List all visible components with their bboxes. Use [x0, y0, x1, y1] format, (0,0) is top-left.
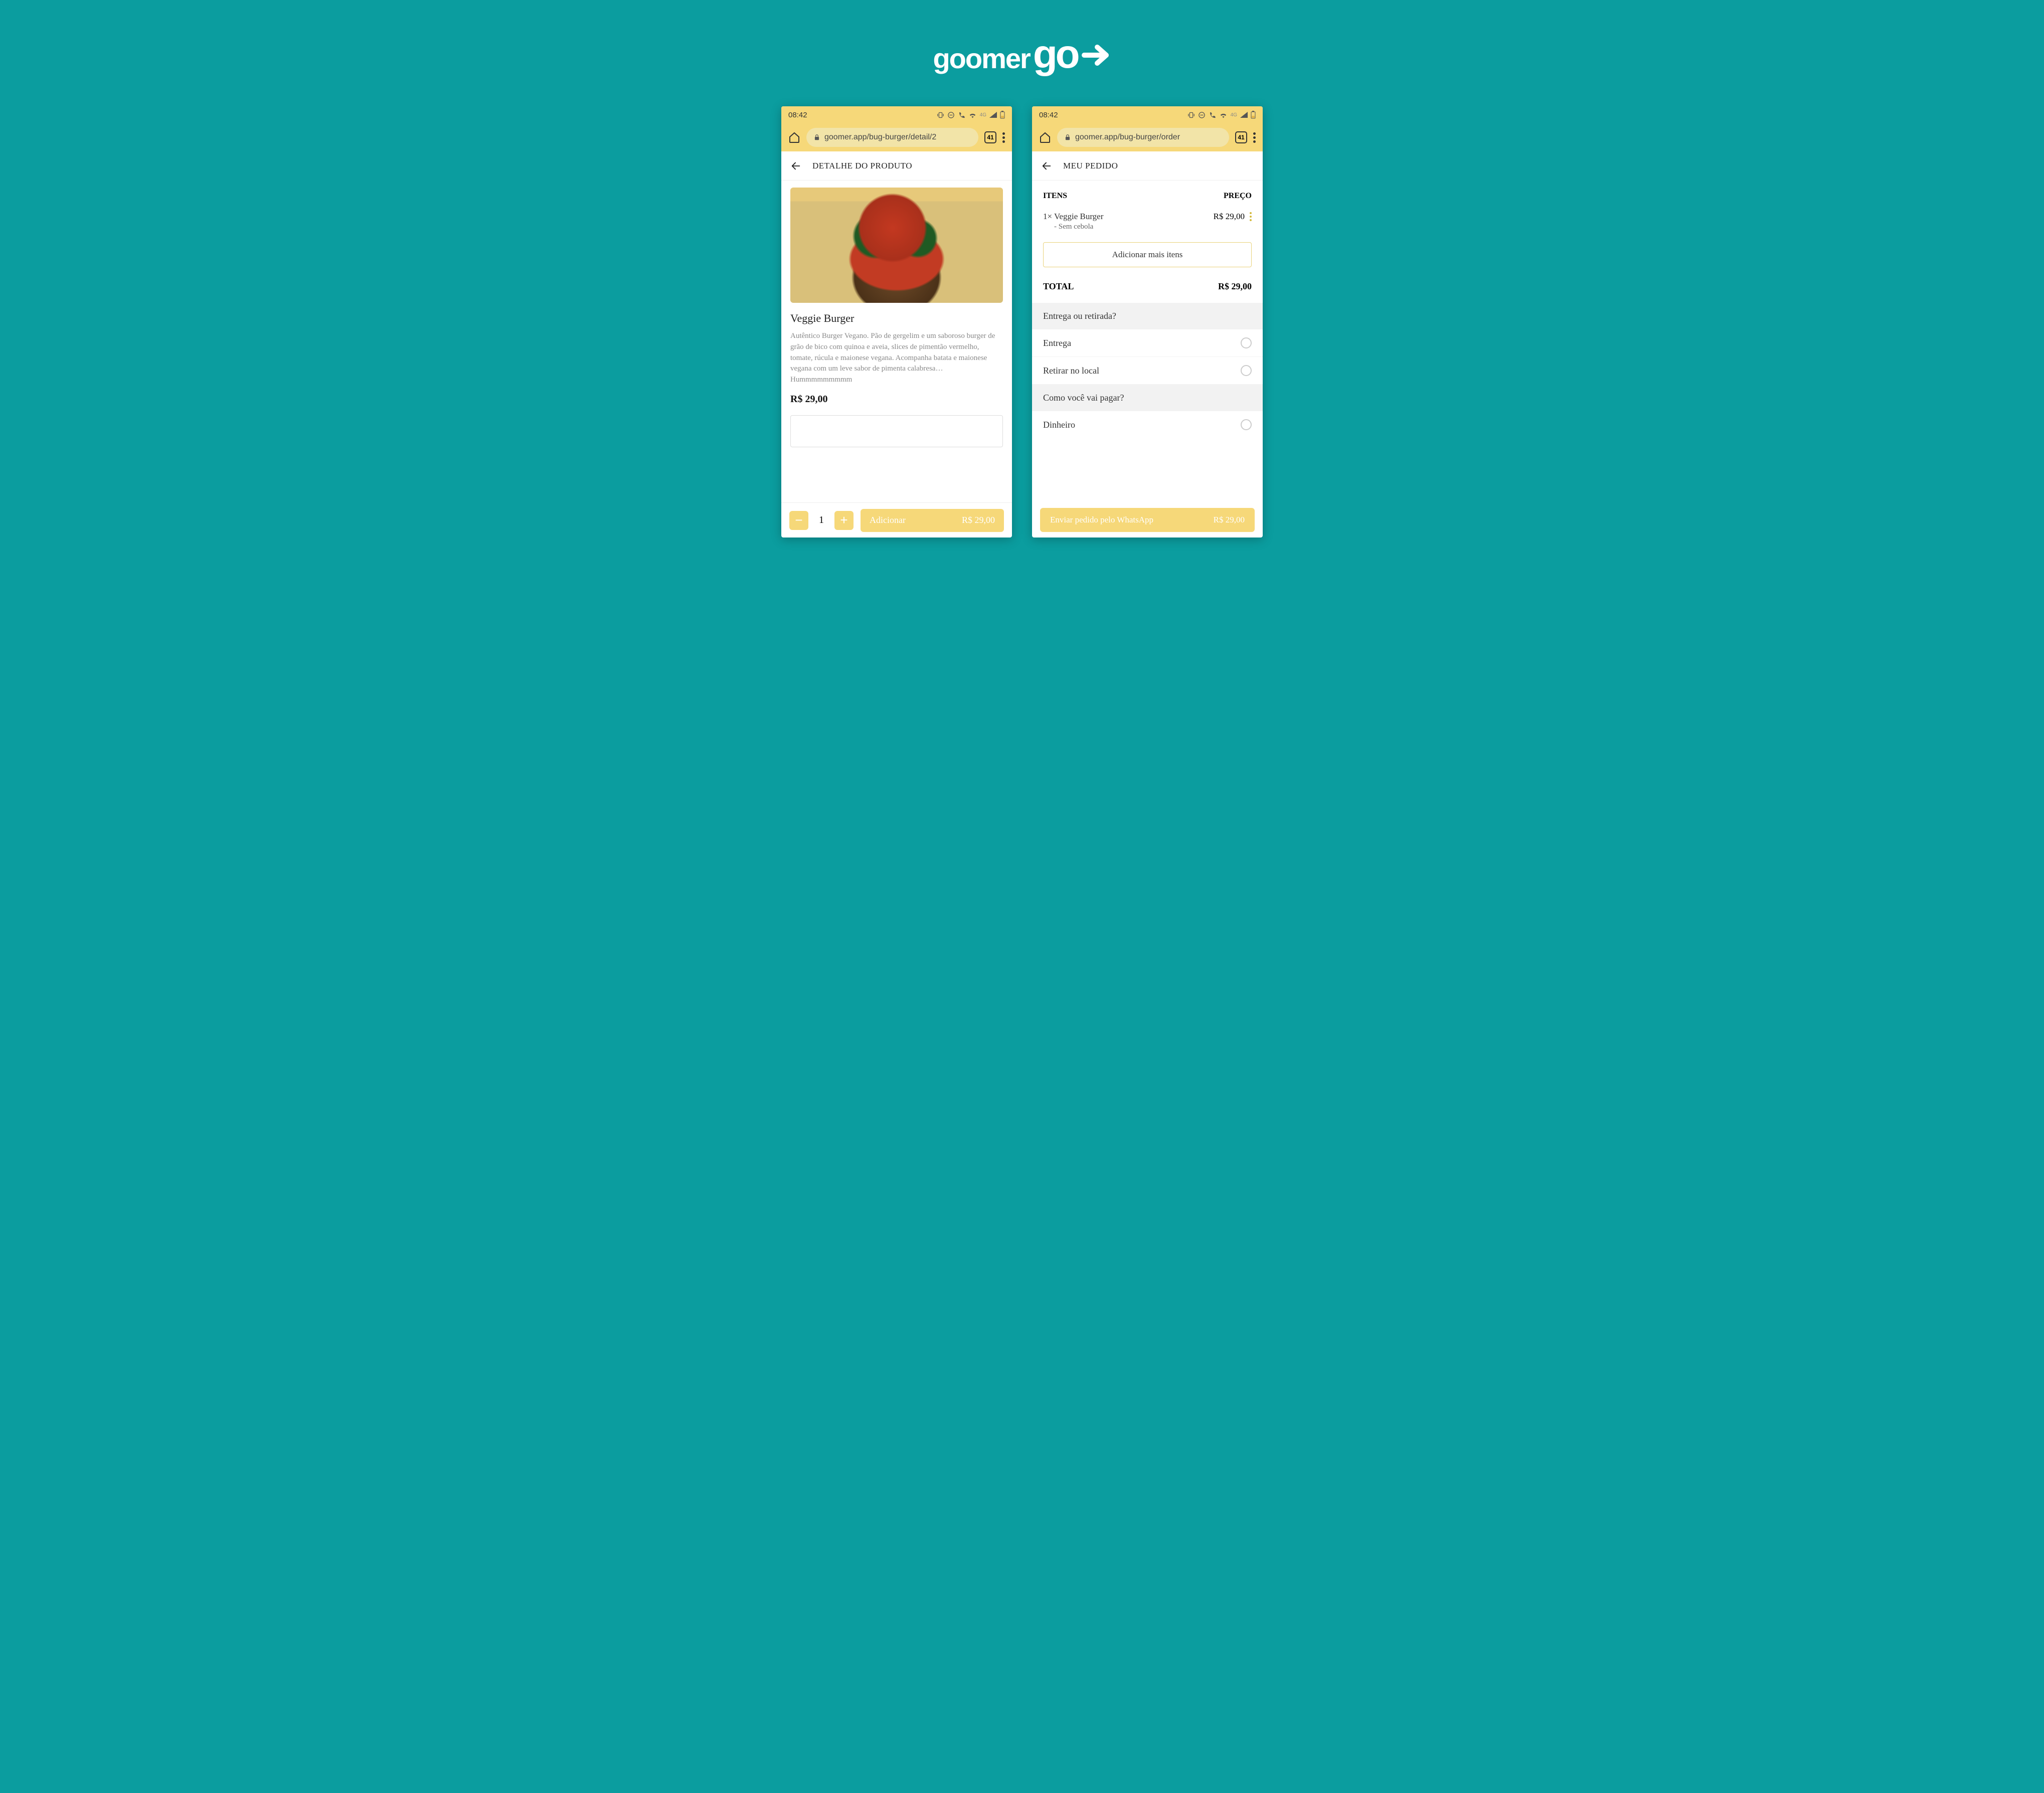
option-delivery-label: Entrega [1043, 338, 1071, 348]
radio-icon [1241, 419, 1252, 430]
vibrate-icon [937, 111, 944, 119]
status-bar: 08:42 4G [781, 106, 1012, 123]
order-item: 1× Veggie Burger - Sem cebola R$ 29,00 [1032, 210, 1263, 238]
send-price: R$ 29,00 [1214, 515, 1245, 525]
back-icon[interactable] [1041, 160, 1052, 171]
url-text: goomer.app/bug-burger/detail/2 [824, 133, 936, 142]
logo-word-2: go [1033, 31, 1078, 77]
lock-icon [813, 134, 820, 141]
option-cash-label: Dinheiro [1043, 420, 1075, 430]
app-header: MEU PEDIDO [1032, 151, 1263, 181]
total-row: TOTAL R$ 29,00 [1032, 277, 1263, 303]
browser-menu-icon[interactable] [1002, 132, 1005, 143]
tab-count[interactable]: 41 [1235, 131, 1247, 143]
status-time: 08:42 [788, 111, 807, 119]
payment-section-header: Como você vai pagar? [1032, 385, 1263, 411]
notes-input[interactable] [790, 415, 1003, 447]
order-content: ITENS PREÇO 1× Veggie Burger - Sem cebol… [1032, 181, 1263, 502]
arrow-right-icon [1081, 40, 1111, 70]
status-icons: 4G [1187, 111, 1256, 119]
qty-plus-button[interactable]: + [834, 511, 854, 530]
goomer-go-logo: goomer go [933, 35, 1111, 81]
send-label: Enviar pedido pelo WhatsApp [1050, 515, 1153, 525]
network-label: 4G [1231, 112, 1237, 118]
vibrate-icon [1187, 111, 1195, 119]
add-price: R$ 29,00 [962, 515, 995, 525]
order-columns: ITENS PREÇO [1032, 181, 1263, 210]
back-icon[interactable] [790, 160, 801, 171]
signal-icon [1240, 111, 1248, 118]
status-icons: 4G [937, 111, 1005, 119]
app-header: DETALHE DO PRODUTO [781, 151, 1012, 181]
add-label: Adicionar [870, 515, 906, 525]
total-value: R$ 29,00 [1218, 281, 1252, 292]
qty-minus-button[interactable]: − [789, 511, 808, 530]
phone-product-detail: 08:42 4G goomer.app/bug-burger/detail/2 … [781, 106, 1012, 537]
radio-icon [1241, 365, 1252, 376]
phone-icon [1209, 111, 1216, 119]
lock-icon [1064, 134, 1071, 141]
add-more-items-button[interactable]: Adicionar mais itens [1043, 242, 1252, 267]
product-price: R$ 29,00 [790, 394, 1003, 405]
tab-count[interactable]: 41 [984, 131, 996, 143]
url-text: goomer.app/bug-burger/order [1075, 133, 1180, 142]
product-bottom-bar: − 1 + Adicionar R$ 29,00 [781, 502, 1012, 537]
product-description: Autêntico Burger Vegano. Pão de gergelim… [790, 331, 1003, 386]
browser-menu-icon[interactable] [1253, 132, 1256, 143]
signal-icon [989, 111, 997, 118]
option-delivery[interactable]: Entrega [1032, 329, 1263, 357]
product-image [790, 188, 1003, 303]
wifi-icon [1219, 111, 1228, 118]
wifi-icon [968, 111, 977, 118]
phone-icon [958, 111, 965, 119]
status-time: 08:42 [1039, 111, 1058, 119]
option-pickup-label: Retirar no local [1043, 366, 1099, 376]
order-item-line: 1× Veggie Burger [1043, 212, 1103, 222]
home-icon[interactable] [1039, 131, 1051, 143]
page-title: DETALHE DO PRODUTO [812, 161, 912, 171]
order-item-price: R$ 29,00 [1214, 212, 1245, 222]
status-bar: 08:42 4G [1032, 106, 1263, 123]
browser-chrome: goomer.app/bug-burger/detail/2 41 [781, 123, 1012, 151]
address-bar[interactable]: goomer.app/bug-burger/order [1057, 128, 1229, 147]
option-cash[interactable]: Dinheiro [1032, 411, 1263, 438]
product-name: Veggie Burger [790, 312, 1003, 325]
product-content: Veggie Burger Autêntico Burger Vegano. P… [781, 181, 1012, 502]
dnd-icon [1198, 111, 1206, 119]
network-label: 4G [980, 112, 986, 118]
order-item-modifier: - Sem cebola [1043, 223, 1103, 231]
browser-chrome: goomer.app/bug-burger/order 41 [1032, 123, 1263, 151]
phone-order: 08:42 4G goomer.app/bug-burger/order 41 [1032, 106, 1263, 537]
battery-icon [1000, 111, 1005, 119]
add-to-order-button[interactable]: Adicionar R$ 29,00 [861, 509, 1004, 532]
delivery-section-header: Entrega ou retirada? [1032, 303, 1263, 329]
order-bottom-bar: Enviar pedido pelo WhatsApp R$ 29,00 [1032, 502, 1263, 537]
option-pickup[interactable]: Retirar no local [1032, 357, 1263, 385]
page-title: MEU PEDIDO [1063, 161, 1118, 171]
radio-icon [1241, 337, 1252, 348]
col-items: ITENS [1043, 192, 1067, 201]
dnd-icon [947, 111, 955, 119]
battery-icon [1251, 111, 1256, 119]
logo-word-1: goomer [933, 42, 1030, 75]
order-item-menu-icon[interactable] [1250, 212, 1252, 221]
send-whatsapp-button[interactable]: Enviar pedido pelo WhatsApp R$ 29,00 [1040, 508, 1255, 532]
total-label: TOTAL [1043, 281, 1074, 292]
address-bar[interactable]: goomer.app/bug-burger/detail/2 [806, 128, 978, 147]
col-price: PREÇO [1224, 192, 1252, 201]
qty-value: 1 [815, 514, 827, 526]
home-icon[interactable] [788, 131, 800, 143]
